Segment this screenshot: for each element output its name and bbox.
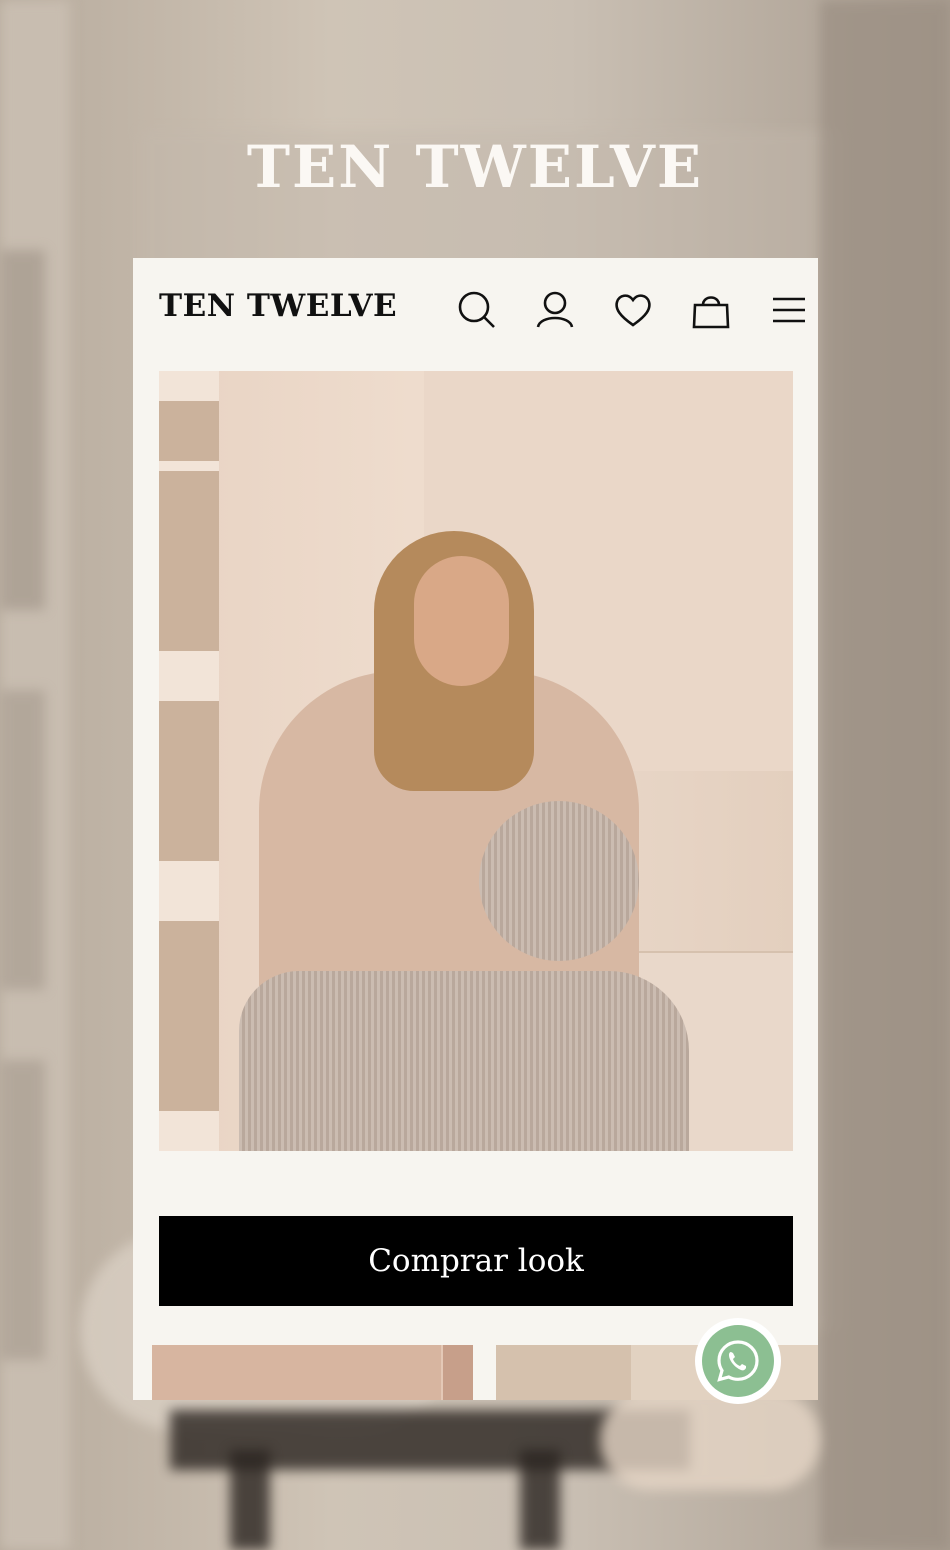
user-icon[interactable] <box>533 288 577 332</box>
bag-icon[interactable] <box>689 288 733 332</box>
search-icon[interactable] <box>455 288 499 332</box>
heart-icon[interactable] <box>611 288 655 332</box>
site-header: TEN TWELVE <box>133 258 818 362</box>
shop-look-button[interactable]: Comprar look <box>159 1216 793 1306</box>
whatsapp-button[interactable] <box>695 1318 781 1404</box>
whatsapp-icon <box>702 1325 774 1397</box>
brand-logo-large: TEN TWELVE <box>246 133 704 201</box>
hero-image[interactable] <box>159 371 793 1151</box>
header-logo[interactable]: TEN TWELVE <box>159 288 397 324</box>
mobile-page-preview: TEN TWELVE Comprar look <box>133 258 818 1400</box>
menu-icon[interactable] <box>767 288 811 332</box>
product-thumbnail[interactable] <box>152 1345 473 1400</box>
